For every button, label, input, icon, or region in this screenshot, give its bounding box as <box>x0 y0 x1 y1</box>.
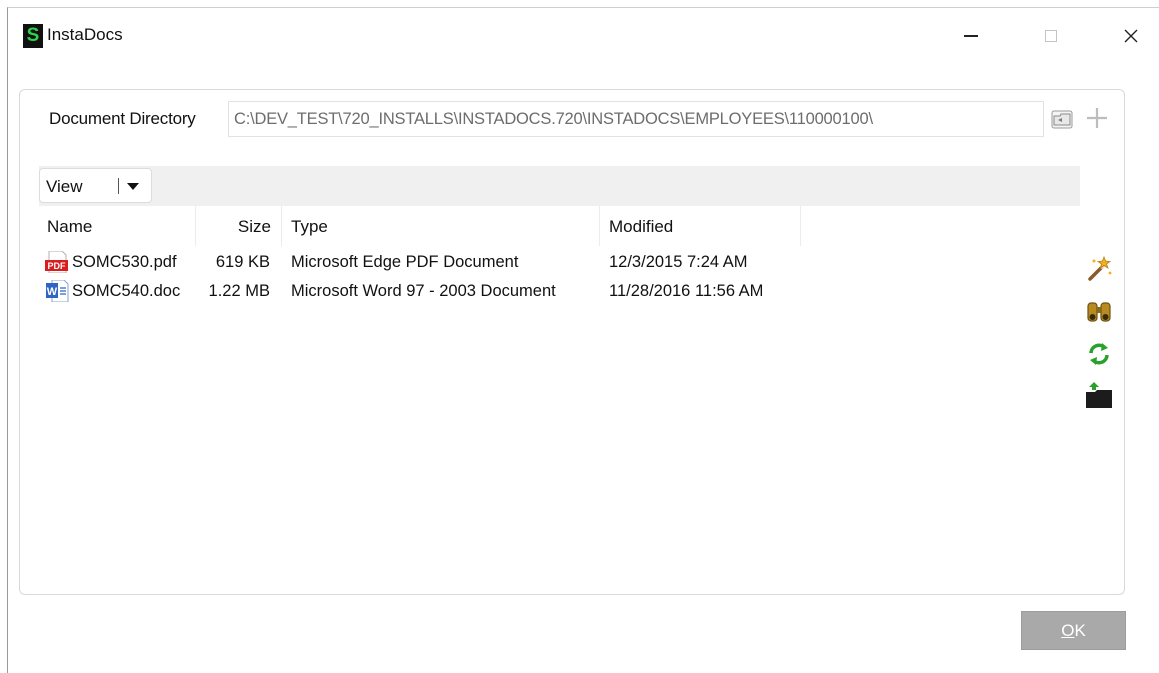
app-logo-icon: S <box>23 24 43 48</box>
ok-button-mnemonic: O <box>1061 621 1075 640</box>
column-header-type[interactable]: Type <box>282 206 600 246</box>
title-bar: S InstaDocs <box>8 8 1159 58</box>
view-button-label: View <box>46 177 83 196</box>
column-header-name[interactable]: Name <box>39 206 196 246</box>
list-toolbar: View <box>39 166 1080 206</box>
file-row[interactable]: PDF SOMC530.pdf 619 KB Microsoft Edge PD… <box>39 250 809 278</box>
add-directory-button[interactable] <box>1085 106 1109 130</box>
file-type: Microsoft Edge PDF Document <box>291 253 519 271</box>
file-name: SOMC530.pdf <box>72 253 177 271</box>
svg-text:PDF: PDF <box>48 261 67 271</box>
refresh-icon[interactable] <box>1085 340 1113 368</box>
word-doc-icon: W <box>45 279 69 303</box>
maximize-button[interactable] <box>1028 16 1074 56</box>
file-size: 619 KB <box>215 253 270 271</box>
minimize-icon <box>964 35 978 37</box>
file-list-header: Name Size Type Modified <box>39 206 809 246</box>
folder-icon <box>1051 110 1073 129</box>
plus-icon <box>1087 108 1107 128</box>
view-dropdown-button[interactable]: View <box>39 168 152 203</box>
file-modified: 11/28/2016 11:56 AM <box>609 282 764 300</box>
close-icon <box>1124 29 1138 43</box>
documents-panel <box>19 89 1125 595</box>
file-size: 1.22 MB <box>208 282 270 300</box>
document-directory-label: Document Directory <box>49 109 196 128</box>
file-row[interactable]: W SOMC540.doc 1.22 MB Microsoft Word 97 … <box>39 279 809 307</box>
pdf-icon: PDF <box>45 250 69 274</box>
maximize-icon <box>1045 30 1057 42</box>
chevron-down-icon[interactable] <box>127 183 139 190</box>
minimize-button[interactable] <box>948 16 994 56</box>
file-name: SOMC540.doc <box>72 282 181 300</box>
column-header-modified[interactable]: Modified <box>600 206 801 246</box>
ok-button[interactable]: OK <box>1021 611 1126 650</box>
upload-folder-icon[interactable] <box>1085 381 1113 409</box>
close-button[interactable] <box>1108 16 1154 56</box>
magic-wand-icon[interactable] <box>1085 255 1113 283</box>
binoculars-icon[interactable] <box>1085 297 1113 325</box>
browse-folder-button[interactable] <box>1050 107 1074 131</box>
window-title: InstaDocs <box>47 25 123 44</box>
column-header-size[interactable]: Size <box>196 206 282 246</box>
svg-text:W: W <box>47 286 58 298</box>
ok-button-label: K <box>1074 621 1086 640</box>
file-modified: 12/3/2015 7:24 AM <box>609 253 748 271</box>
view-separator <box>118 178 119 194</box>
file-type: Microsoft Word 97 - 2003 Document <box>291 282 556 300</box>
document-directory-field[interactable]: C:\DEV_TEST\720_INSTALLS\INSTADOCS.720\I… <box>228 101 1044 137</box>
